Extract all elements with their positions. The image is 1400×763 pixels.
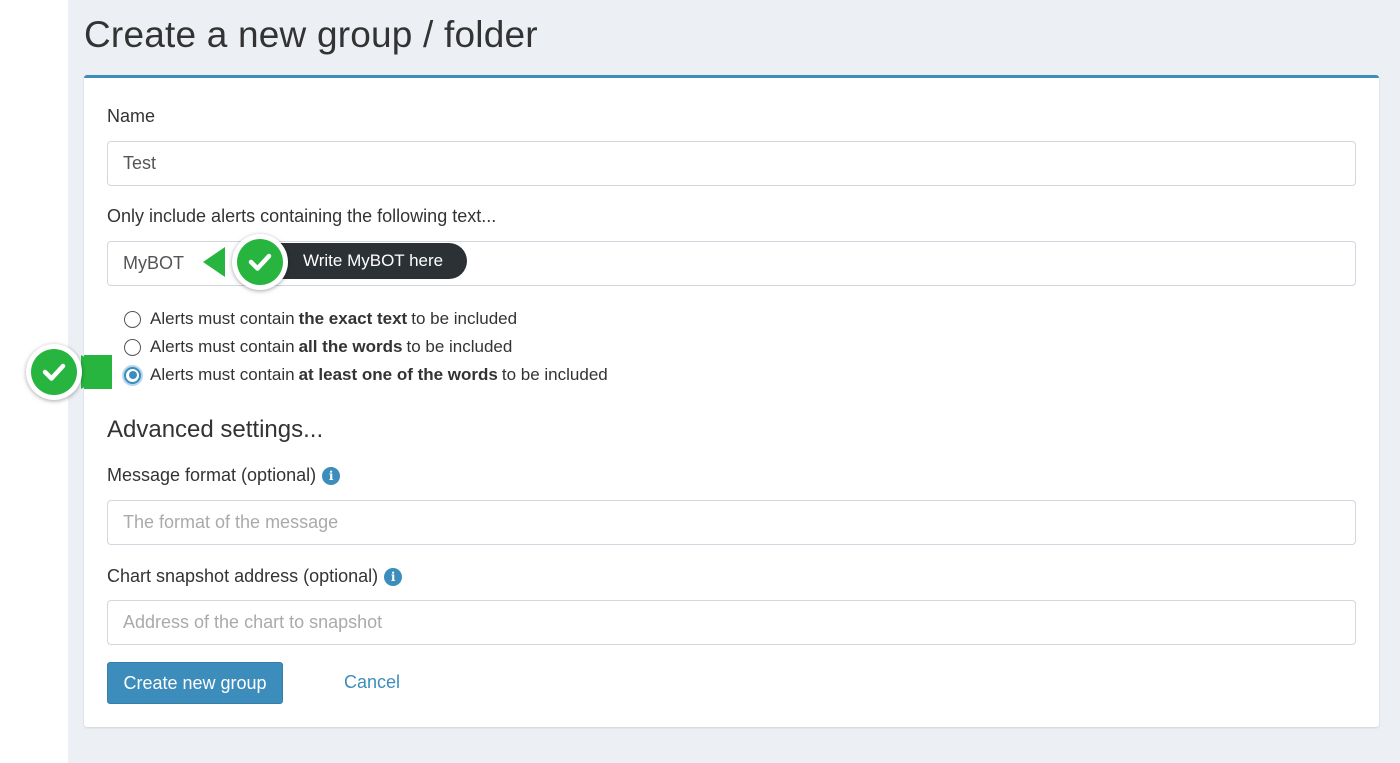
check-icon (26, 344, 82, 400)
name-label: Name (107, 106, 156, 126)
message-format-label-text: Message format (optional) (107, 465, 317, 485)
snapshot-address-label: Chart snapshot address (optional) i (107, 566, 403, 587)
filter-text-label: Only include alerts containing the follo… (107, 206, 497, 226)
radio-label-bold: at least one of the words (298, 365, 498, 384)
radio-label-prefix: Alerts must contain (150, 365, 295, 384)
match-option-exact-text[interactable]: Alerts must contain the exact text to be… (124, 307, 517, 331)
match-option-all-words[interactable]: Alerts must contain all the words to be … (124, 335, 512, 359)
radio-button[interactable] (124, 310, 141, 328)
message-format-input[interactable] (107, 500, 1356, 545)
callout-arrow (203, 247, 225, 277)
radio-label-bold: all the words (298, 337, 403, 356)
radio-label-prefix: Alerts must contain (150, 337, 295, 356)
cancel-link[interactable]: Cancel (344, 672, 400, 693)
radio-label-prefix: Alerts must contain (150, 309, 295, 328)
radio-button-selected[interactable] (124, 366, 141, 384)
radio-label-bold: the exact text (298, 309, 408, 328)
create-group-button[interactable]: Create new group (107, 662, 283, 704)
radio-button[interactable] (124, 338, 141, 356)
annotation-radio-marker (26, 342, 126, 402)
check-icon (232, 234, 288, 290)
snapshot-address-input[interactable] (107, 600, 1356, 645)
info-icon[interactable]: i (384, 568, 403, 586)
radio-label-suffix: to be included (501, 365, 608, 384)
name-input[interactable] (107, 141, 1356, 186)
radio-label-suffix: to be included (406, 337, 513, 356)
page-title: Create a new group / folder (84, 14, 538, 55)
create-group-form: Name Only include alerts containing the … (84, 75, 1379, 727)
message-format-label: Message format (optional) i (107, 465, 341, 486)
info-icon[interactable]: i (322, 467, 341, 485)
radio-label-suffix: to be included (411, 309, 518, 328)
match-option-any-word[interactable]: Alerts must contain at least one of the … (124, 363, 608, 387)
advanced-settings-heading: Advanced settings... (107, 416, 324, 443)
snapshot-address-label-text: Chart snapshot address (optional) (107, 566, 379, 586)
